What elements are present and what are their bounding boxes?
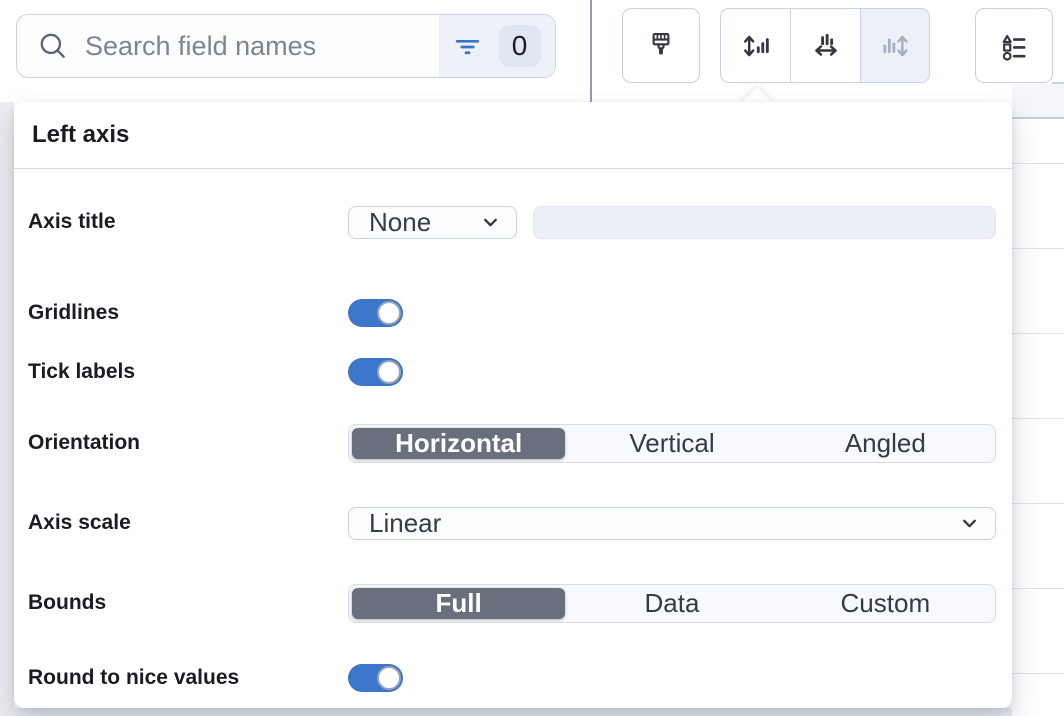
search-icon bbox=[37, 30, 69, 62]
legend-options-button[interactable] bbox=[975, 8, 1053, 83]
left-axis-popover: Left axis Axis title None Gridlines bbox=[14, 102, 1012, 708]
gridlines-toggle[interactable] bbox=[348, 299, 403, 327]
bounds-option-full[interactable]: Full bbox=[352, 588, 565, 619]
tick-labels-toggle[interactable] bbox=[348, 358, 403, 386]
toggle-knob bbox=[377, 360, 401, 384]
field-row-divider bbox=[1012, 588, 1064, 589]
orientation-option-angled[interactable]: Angled bbox=[779, 428, 992, 459]
axes-button-group bbox=[720, 8, 930, 83]
visual-options-button[interactable] bbox=[622, 8, 700, 83]
paint-brush-icon bbox=[644, 29, 678, 63]
gridlines-row: Gridlines bbox=[28, 299, 996, 327]
axis-title-mode-value: None bbox=[369, 207, 431, 238]
round-nice-row: Round to nice values bbox=[28, 664, 996, 692]
page-background-bottom bbox=[0, 708, 1012, 716]
field-filter-group[interactable]: 0 bbox=[439, 15, 555, 77]
tick-labels-row: Tick labels bbox=[28, 358, 996, 386]
gridlines-label: Gridlines bbox=[28, 301, 348, 325]
popover-header: Left axis bbox=[14, 102, 1012, 169]
axis-scale-value: Linear bbox=[369, 508, 441, 539]
right-axis-icon bbox=[878, 29, 912, 63]
panel-resizer-divider[interactable] bbox=[590, 0, 592, 102]
left-axis-button[interactable] bbox=[721, 9, 790, 82]
left-axis-icon bbox=[739, 29, 773, 63]
field-row-divider bbox=[1012, 163, 1064, 164]
bottom-axis-icon bbox=[809, 29, 843, 63]
chevron-down-icon bbox=[481, 213, 500, 232]
orientation-button-group: Horizontal Vertical Angled bbox=[348, 424, 996, 463]
filter-icon[interactable] bbox=[454, 33, 481, 60]
filter-count-badge: 0 bbox=[499, 25, 541, 67]
field-row-divider bbox=[1012, 248, 1064, 249]
field-list-behind bbox=[1012, 84, 1064, 716]
field-list-header-edge bbox=[1012, 84, 1064, 119]
search-input[interactable] bbox=[85, 31, 439, 62]
field-row-divider bbox=[1012, 673, 1064, 674]
bottom-axis-button[interactable] bbox=[790, 9, 859, 82]
field-row-divider bbox=[1012, 418, 1064, 419]
bounds-button-group: Full Data Custom bbox=[348, 584, 996, 623]
orientation-row: Orientation Horizontal Vertical Angled bbox=[28, 416, 996, 470]
orientation-option-horizontal[interactable]: Horizontal bbox=[352, 428, 565, 459]
bounds-row: Bounds Full Data Custom bbox=[28, 576, 996, 630]
right-axis-button bbox=[860, 9, 929, 82]
bounds-option-custom[interactable]: Custom bbox=[779, 588, 992, 619]
toggle-knob bbox=[377, 301, 401, 325]
chevron-down-icon bbox=[960, 514, 979, 533]
page-background-left bbox=[0, 102, 14, 716]
axis-scale-row: Axis scale Linear bbox=[28, 496, 996, 550]
bounds-option-data[interactable]: Data bbox=[565, 588, 778, 619]
field-row-divider bbox=[1012, 333, 1064, 334]
legend-icon bbox=[997, 29, 1031, 63]
round-nice-label: Round to nice values bbox=[28, 666, 348, 690]
field-search-bar[interactable]: 0 bbox=[16, 14, 556, 78]
tick-labels-label: Tick labels bbox=[28, 360, 348, 384]
toggle-knob bbox=[377, 666, 401, 690]
round-nice-toggle[interactable] bbox=[348, 664, 403, 692]
axis-scale-label: Axis scale bbox=[28, 511, 348, 535]
axis-title-row: Axis title None bbox=[28, 195, 996, 249]
axis-title-text-input bbox=[533, 206, 996, 239]
orientation-option-vertical[interactable]: Vertical bbox=[565, 428, 778, 459]
axis-scale-select[interactable]: Linear bbox=[348, 507, 996, 540]
orientation-label: Orientation bbox=[28, 431, 348, 455]
axis-title-mode-select[interactable]: None bbox=[348, 206, 517, 239]
field-row-divider bbox=[1012, 503, 1064, 504]
bounds-label: Bounds bbox=[28, 591, 348, 615]
popover-title: Left axis bbox=[32, 121, 129, 149]
axis-title-label: Axis title bbox=[28, 210, 348, 234]
